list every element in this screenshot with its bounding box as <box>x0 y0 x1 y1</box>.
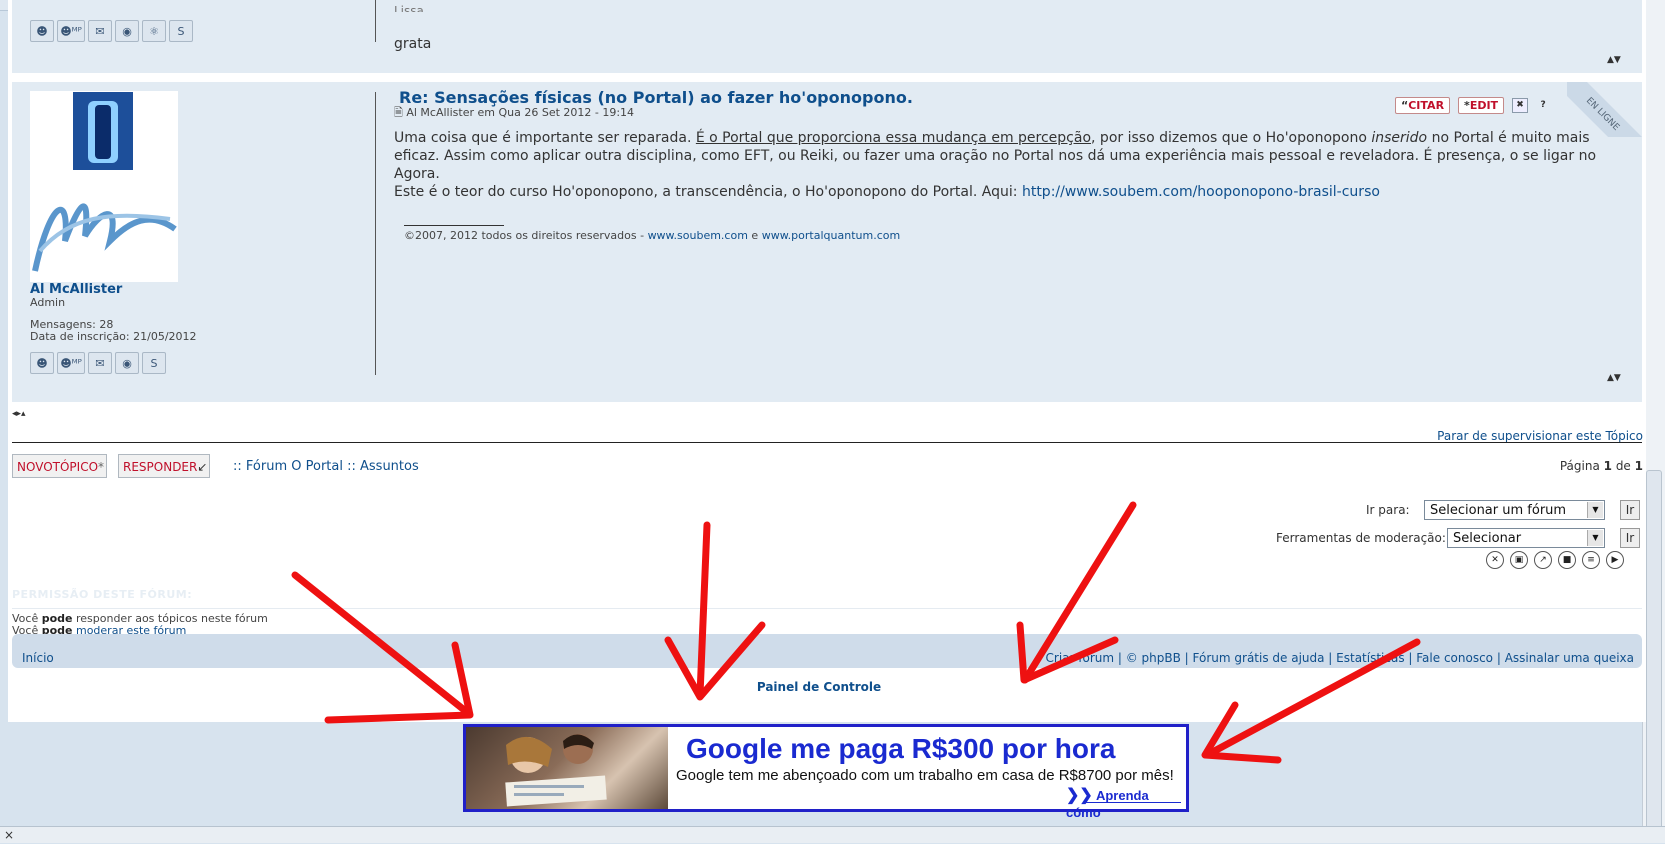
annotation-arrows <box>291 501 1421 764</box>
close-icon[interactable]: × <box>4 828 14 842</box>
annotation-arrow-4 <box>1203 638 1421 759</box>
annotation-arrowhead-2 <box>664 621 766 701</box>
annotation-arrow-1 <box>291 571 472 717</box>
annotation-arrow-2 <box>696 521 711 699</box>
annotation-arrowhead-3 <box>1016 621 1119 684</box>
status-bar: × <box>0 826 1665 843</box>
